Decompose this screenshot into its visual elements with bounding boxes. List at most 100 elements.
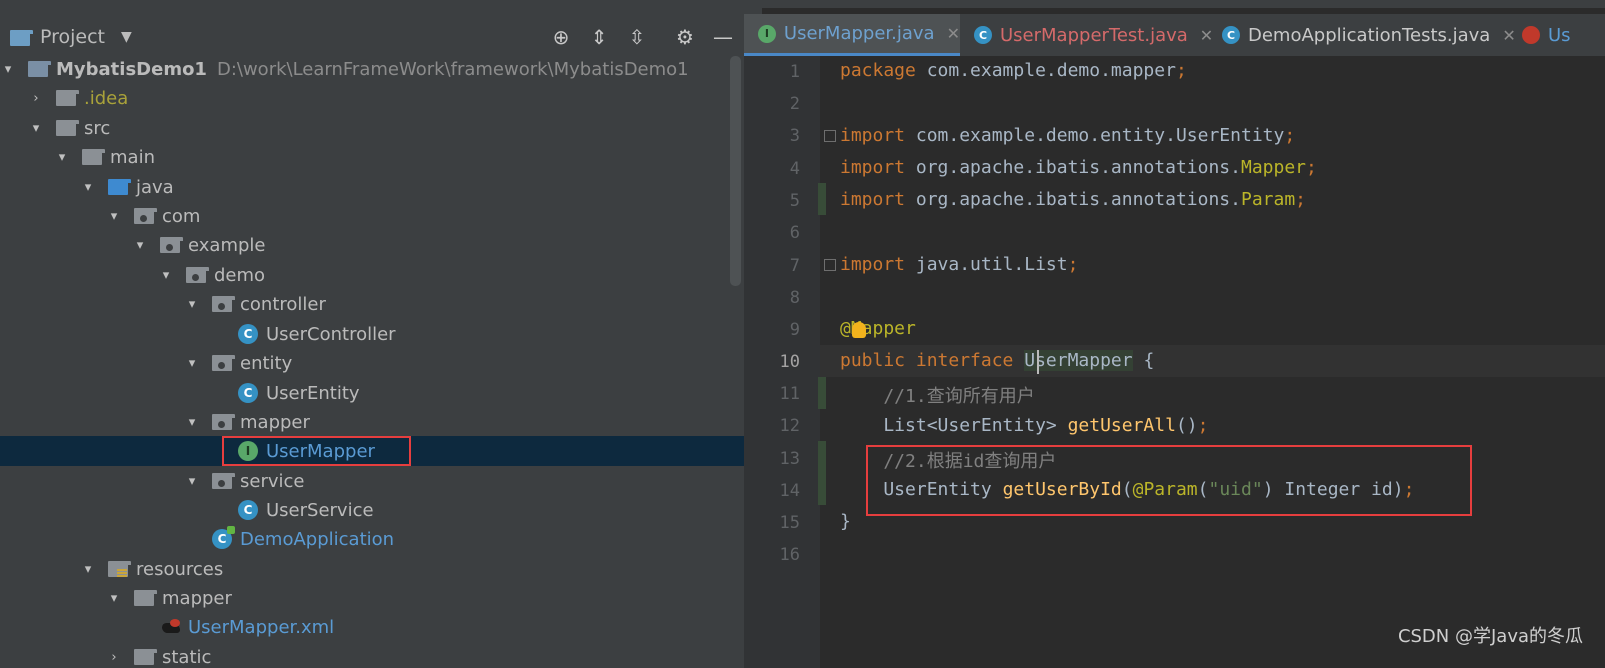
gear-icon[interactable]: ⚙	[672, 24, 698, 50]
fold-icon[interactable]	[824, 130, 836, 142]
code-semicolon: ;	[1175, 60, 1187, 81]
line-number: 9	[789, 320, 800, 340]
chevron-down-icon: ▾	[110, 590, 118, 606]
chevron-down-icon: ▼	[121, 29, 132, 45]
tree-item-mapper[interactable]: ▾ mapper	[0, 407, 762, 437]
tree-item-example[interactable]: ▾ example	[0, 230, 762, 260]
folder-icon	[56, 90, 79, 106]
tree-item-resources-mapper[interactable]: ▾ mapper	[0, 583, 762, 613]
package-icon	[212, 473, 235, 489]
lightbulb-icon[interactable]	[852, 322, 866, 338]
tree-label: mapper	[162, 587, 232, 609]
line-number: 2	[789, 94, 800, 114]
tree-item-service[interactable]: ▾ service	[0, 466, 762, 496]
tree-item-demo[interactable]: ▾ demo	[0, 260, 762, 290]
watermark: CSDN @学Java的冬瓜	[1397, 626, 1583, 647]
fold-icon[interactable]	[824, 259, 836, 271]
tree-label: src	[84, 117, 111, 139]
line-number: 15	[779, 513, 800, 533]
line-number: 14	[779, 481, 800, 501]
tree-item-resources[interactable]: ▾ resources	[0, 554, 762, 584]
line-number: 5	[789, 191, 800, 211]
line-number: 8	[789, 288, 800, 308]
tab-label: Us	[1548, 24, 1571, 46]
tree-label: controller	[240, 293, 326, 315]
interface-icon: I	[758, 24, 776, 43]
tree-item-controller[interactable]: ▾ controller	[0, 289, 762, 319]
resources-folder-icon	[108, 561, 131, 577]
tree-label: UserMapper.xml	[188, 616, 335, 638]
chevron-down-icon: ▾	[84, 179, 92, 195]
line-number: 6	[789, 223, 800, 243]
code-text: ()	[1175, 415, 1198, 436]
project-path: D:\work\LearnFrameWork\framework\Mybatis…	[216, 58, 689, 80]
line-number: 10	[779, 352, 800, 372]
tree-label: main	[110, 146, 155, 168]
tree-item-demoapplication[interactable]: C DemoApplication	[0, 524, 762, 554]
tree-item-usermapper-xml[interactable]: UserMapper.xml	[0, 612, 762, 642]
tree-item-com[interactable]: ▾ com	[0, 201, 762, 231]
project-folder-icon	[28, 61, 51, 77]
code-line-10: public interface UserMapper {	[840, 350, 1154, 371]
line-number: 7	[789, 256, 800, 276]
project-panel: Project ▼ ⊕ ⇕ ⇳ ⚙ — ▾ MybatisDemo1 D:\wo…	[0, 0, 762, 668]
tree-item-userentity[interactable]: C UserEntity	[0, 378, 762, 408]
tree-label: DemoApplication	[240, 528, 395, 550]
chevron-down-icon: ▾	[188, 296, 196, 312]
folder-icon	[56, 120, 79, 136]
tree-item-main[interactable]: ▾ main	[0, 142, 762, 172]
mybatis-xml-icon	[1522, 26, 1540, 44]
tree-item-entity[interactable]: ▾ entity	[0, 348, 762, 378]
folder-icon	[134, 649, 157, 665]
class-icon: C	[238, 500, 258, 520]
chevron-down-icon: ▾	[136, 237, 144, 253]
tree-item-usercontroller[interactable]: C UserController	[0, 319, 762, 349]
tree-label: com	[162, 205, 201, 227]
tab-usermapper-xml[interactable]: Us	[1508, 14, 1605, 56]
code-line-5: import org.apache.ibatis.annotations.Par…	[840, 189, 1306, 210]
tab-usermappertest-java[interactable]: C UserMapperTest.java ✕	[960, 14, 1222, 56]
tree-label: resources	[136, 558, 224, 580]
folder-icon	[134, 590, 157, 606]
spring-boot-app-icon: C	[212, 526, 235, 549]
tree-item-src[interactable]: ▾ src	[0, 113, 762, 143]
expand-all-icon[interactable]: ⇕	[586, 24, 612, 50]
mybatis-xml-icon	[160, 617, 182, 637]
tree-item-static[interactable]: › static	[0, 642, 762, 668]
line-number: 12	[779, 416, 800, 436]
tree-item-java[interactable]: ▾ java	[0, 172, 762, 202]
chevron-down-icon: ▾	[162, 267, 170, 283]
code-keyword: public interface	[840, 350, 1025, 371]
project-title: Project	[40, 26, 106, 48]
project-view-selector[interactable]: Project ▼	[10, 22, 132, 52]
chevron-down-icon: ▾	[58, 149, 66, 165]
editor-tab-bar: I UserMapper.java ✕ C UserMapperTest.jav…	[744, 14, 1605, 57]
tree-item-idea[interactable]: › .idea	[0, 83, 762, 113]
code-text: org.apache.ibatis.annotations.	[905, 189, 1241, 210]
line-number: 3	[789, 126, 800, 146]
code-text: }	[840, 511, 851, 532]
collapse-all-icon[interactable]: ⇳	[624, 24, 650, 50]
locate-icon[interactable]: ⊕	[548, 24, 574, 50]
vcs-change-marker	[818, 441, 826, 505]
tab-usermapper-java[interactable]: I UserMapper.java ✕	[744, 14, 960, 56]
tab-demoapplicationtests-java[interactable]: C DemoApplicationTests.java ✕	[1208, 14, 1522, 56]
tree-item-project-root[interactable]: ▾ MybatisDemo1 D:\work\LearnFrameWork\fr…	[0, 54, 762, 84]
chevron-down-icon: ▾	[188, 355, 196, 371]
minimize-icon[interactable]: —	[710, 24, 736, 50]
code-line-3: import com.example.demo.entity.UserEntit…	[840, 125, 1295, 146]
package-icon	[134, 208, 157, 224]
code-semicolon: ;	[1295, 189, 1307, 210]
code-annotation: Mapper	[1240, 157, 1307, 178]
code-text: org.apache.ibatis.annotations.	[905, 157, 1241, 178]
line-number: 11	[779, 384, 800, 404]
code-text: java.util.List	[905, 254, 1068, 275]
code-text: com.example.demo.mapper	[915, 60, 1176, 81]
close-icon[interactable]: ✕	[947, 24, 960, 43]
project-root-label: MybatisDemo1	[56, 58, 207, 80]
tree-item-userservice[interactable]: C UserService	[0, 495, 762, 525]
tree-label: UserEntity	[266, 382, 360, 404]
chevron-down-icon: ▾	[4, 61, 12, 77]
tree-label: example	[188, 234, 266, 256]
code-semicolon: ;	[1306, 157, 1317, 178]
